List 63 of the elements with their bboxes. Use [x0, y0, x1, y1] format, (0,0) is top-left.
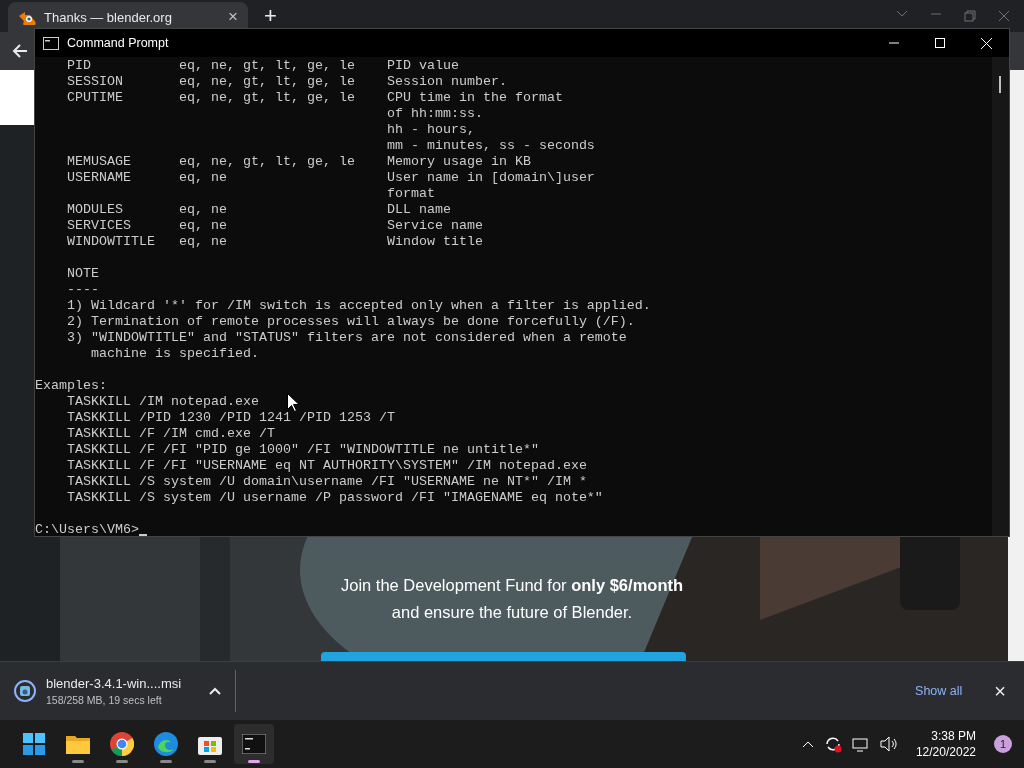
restore-icon [964, 10, 976, 22]
console-line: of hh:mm:ss. [385, 106, 483, 122]
fund-description: Join the Development Fund for only $6/month and ensure the future of Blender. [339, 575, 685, 623]
console-line: 3) "WINDOWTITLE" and "STATUS" filters are not considered when a remote [66, 330, 627, 346]
console-line: CPUTIME eq, ne, gt, lt, ge, le CPU time in the format [66, 90, 563, 106]
console-line: TASKKILL /S system /U username /P password /FI "IMAGENAME eq note*" [66, 490, 603, 506]
console-line: hh - hours, [385, 122, 475, 138]
console-line: USERNAME eq, ne User name in [domain\]user [66, 170, 595, 186]
back-arrow-icon[interactable] [12, 44, 28, 58]
console-line: Examples: [35, 378, 107, 394]
show-all-link[interactable]: Show all [909, 683, 969, 699]
caret-up-icon[interactable] [209, 687, 221, 695]
chrome-icon [110, 732, 134, 756]
notification-badge[interactable]: 1 [994, 735, 1012, 753]
scrollbar-thumb[interactable] [999, 76, 1001, 93]
console-line: SESSION eq, ne, gt, lt, ge, le Session number. [66, 74, 507, 90]
console-line: MEMUSAGE eq, ne, gt, lt, ge, le Memory usage in KB [66, 154, 531, 170]
mouse-pointer-icon [287, 393, 299, 412]
download-status: 158/258 MB, 19 secs left [46, 694, 163, 706]
console-line: ---- [66, 282, 99, 298]
sync-icon[interactable] [823, 735, 842, 753]
console-line: TASKKILL /IM notepad.exe [66, 394, 259, 410]
new-tab-button[interactable]: + [258, 3, 283, 29]
taskbar-app[interactable] [234, 724, 274, 764]
console-line: NOTE [66, 266, 99, 282]
console-line: format [385, 186, 435, 202]
console-line: PID eq, ne, gt, lt, ge, le PID value [66, 58, 459, 74]
console-line: TASKKILL /F /FI "PID ge 1000" /FI "WINDOWTITLE ne untitle*" [66, 442, 539, 458]
console-line: SERVICES eq, ne Service name [66, 218, 483, 234]
blender-logo-icon [18, 9, 36, 25]
chevron-down-icon [896, 10, 908, 18]
console-icon [43, 36, 59, 50]
console-line: 2) Termination of remote processes will always be done forcefully (/F). [66, 314, 635, 330]
console-line: WINDOWTITLE eq, ne Window title [66, 234, 483, 250]
installer-icon [14, 680, 36, 702]
console-line: MODULES eq, ne DLL name [66, 202, 451, 218]
windows-icon [23, 733, 45, 755]
console-line: TASKKILL /PID 1230 /PID 1241 /PID 1253 /T [66, 410, 395, 426]
console-line: 1) Wildcard '*' for /IM switch is accepted only when a filter is applied. [66, 298, 651, 314]
clock-date[interactable]: 12/20/2022 [915, 745, 976, 759]
close-icon[interactable] [980, 37, 992, 49]
volume-icon[interactable] [879, 736, 898, 752]
console-line: TASKKILL /F /IM cmd.exe /T [66, 426, 275, 442]
terminal-icon [242, 734, 266, 754]
console-line: machine is specified. [90, 346, 259, 362]
folder-icon [66, 734, 90, 754]
close-icon [998, 10, 1010, 22]
download-filename: blender-3.4.1-win....msi [46, 676, 182, 691]
text-cursor [139, 533, 147, 536]
tab-close-button[interactable]: × [228, 7, 238, 27]
network-icon[interactable] [851, 736, 870, 752]
edge-icon [154, 732, 178, 756]
maximize-icon[interactable] [935, 38, 945, 48]
clock-time[interactable]: 3:38 PM [931, 729, 976, 743]
page-scrollbar[interactable] [1008, 70, 1024, 661]
console-line: mm - minutes, ss - seconds [385, 138, 595, 154]
command-prompt-path: C:\Users\VM6> [35, 522, 139, 536]
console-line: TASKKILL /F /FI "USERNAME eq NT AUTHORITY\SYSTEM" /IM notepad.exe [66, 458, 587, 474]
minimize-icon [930, 10, 942, 18]
window-title: Command Prompt [67, 36, 169, 50]
close-downloads-button[interactable]: × [988, 678, 1012, 704]
chevron-up-icon[interactable] [801, 740, 814, 748]
console-line: TASKKILL /S system /U domain\username /FI "USERNAME ne NT*" /IM * [66, 474, 587, 490]
